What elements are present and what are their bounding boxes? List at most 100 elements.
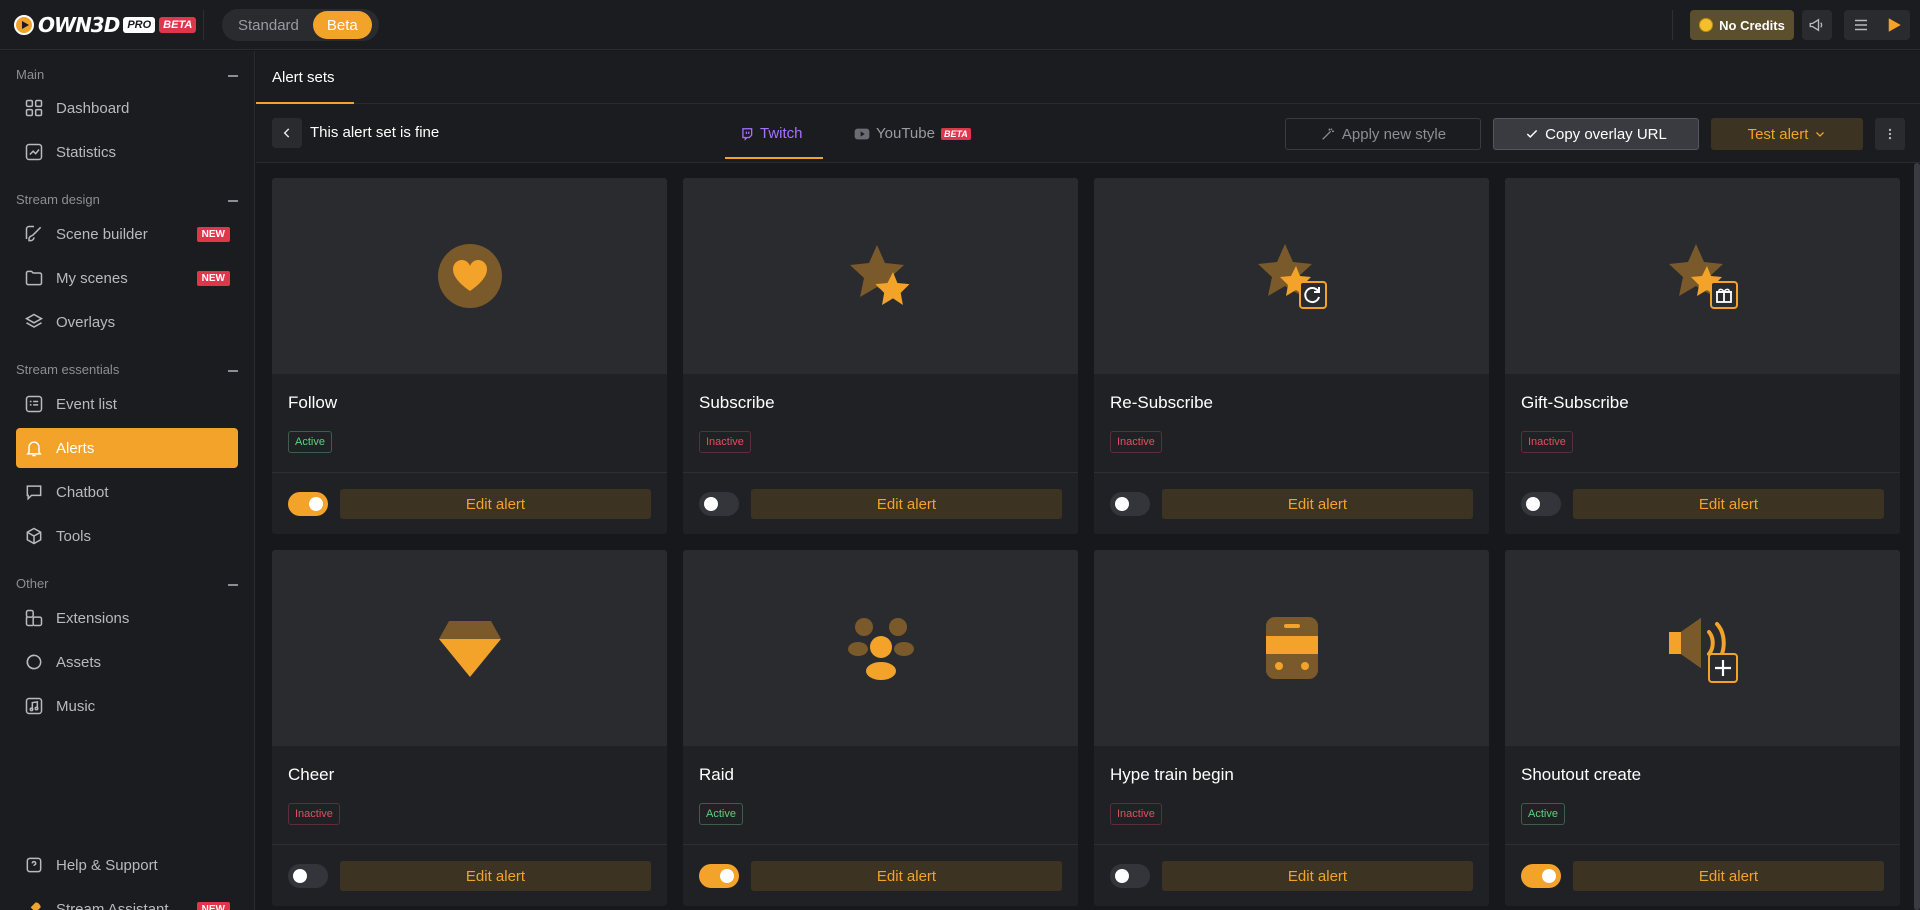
toggle-knob [704,497,718,511]
hamburger-icon [1854,19,1867,31]
divider [1505,844,1900,845]
sidebar-item-dashboard[interactable]: Dashboard [16,88,238,128]
menu-button[interactable] [1844,10,1910,40]
alert-title: Hype train begin [1110,765,1234,784]
credits-label: No Credits [1719,17,1785,33]
sidebar-item-tools[interactable]: Tools [16,516,238,556]
collapse-icon[interactable] [228,200,238,202]
tab-twitch[interactable]: Twitch [740,104,803,163]
status-badge: Inactive [1110,803,1162,825]
edit-alert-button[interactable]: Edit alert [751,489,1062,519]
toggle-knob [1542,869,1556,883]
test-alert-button[interactable]: Test alert [1711,118,1863,150]
mode-beta-option[interactable]: Beta [312,11,372,39]
edit-alert-button[interactable]: Edit alert [1573,489,1884,519]
alert-preview[interactable] [683,550,1078,746]
brand-logo[interactable]: OWN3D PRO BETA [14,12,197,38]
alert-preview[interactable] [272,178,667,374]
status-badge: Active [699,803,743,825]
toggle-knob [720,869,734,883]
section-title-other: Other [16,576,49,591]
star-gift-icon [1668,244,1738,309]
sidebar-item-music[interactable]: Music [16,686,238,726]
credits-button[interactable]: No Credits [1690,10,1794,40]
edit-alert-button[interactable]: Edit alert [751,861,1062,891]
alert-toggle[interactable] [1521,864,1561,888]
sidebar-item-label: Overlays [56,313,116,331]
alert-preview[interactable] [1505,550,1900,746]
sidebar-item-extensions[interactable]: Extensions [16,598,238,638]
speaker-plus-icon [1668,618,1738,683]
alert-preview[interactable] [1505,178,1900,374]
alert-toggle[interactable] [699,864,739,888]
back-button[interactable] [272,118,302,148]
alert-toggle[interactable] [288,864,328,888]
alert-title: Cheer [288,765,335,784]
new-badge: NEW [196,227,230,242]
alert-title: Shoutout create [1521,765,1642,784]
alert-preview[interactable] [1094,550,1489,746]
sidebar-item-label: Dashboard [56,99,130,117]
heart-icon [437,244,502,308]
divider [1094,844,1489,845]
sidebar-item-scene-builder[interactable]: Scene builder NEW [16,214,238,254]
mode-standard-option[interactable]: Standard [224,11,313,39]
mode-switch: Standard Beta [222,9,379,41]
tab-alert-sets[interactable]: Alert sets [272,51,335,104]
tabs-row: Alert sets [256,51,1920,104]
more-vertical-icon [1888,128,1892,140]
alert-preview[interactable] [272,550,667,746]
cube-icon [26,527,42,545]
divider [203,10,204,40]
alert-card-raid: Raid Active Edit alert [683,550,1078,906]
section-title-stream-design: Stream design [16,192,100,207]
alert-toggle[interactable] [1110,492,1150,516]
sidebar-item-label: Scene builder [56,225,148,243]
sidebar-item-chatbot[interactable]: Chatbot [16,472,238,512]
copy-overlay-url-button[interactable]: Copy overlay URL [1493,118,1699,150]
edit-alert-button[interactable]: Edit alert [1162,861,1473,891]
announcements-button[interactable] [1802,10,1832,40]
alert-title: Gift-Subscribe [1521,393,1629,412]
toggle-knob [1115,869,1129,883]
sidebar-item-alerts[interactable]: Alerts [16,428,238,468]
collapse-icon[interactable] [228,370,238,372]
collapse-icon[interactable] [228,75,238,77]
alert-set-header: This alert set is fine Twitch YouTube BE… [256,104,1920,163]
sidebar-item-statistics[interactable]: Statistics [16,132,238,172]
help-support-link[interactable]: Help & Support [16,845,238,885]
divider [683,472,1078,473]
sidebar: Main Dashboard Statistics Stream design … [0,51,255,910]
edit-alert-button[interactable]: Edit alert [1162,489,1473,519]
edit-alert-button[interactable]: Edit alert [340,861,651,891]
stream-assistant-link[interactable]: Stream Assistant NEW [16,889,238,910]
folder-icon [25,270,43,286]
alert-toggle[interactable] [699,492,739,516]
alert-preview[interactable] [683,178,1078,374]
alert-toggle[interactable] [1110,864,1150,888]
sidebar-item-my-scenes[interactable]: My scenes NEW [16,258,238,298]
sidebar-item-label: Alerts [56,439,95,457]
section-title-main: Main [16,67,45,82]
apply-style-button[interactable]: Apply new style [1285,118,1481,150]
apply-style-label: Apply new style [1341,125,1447,143]
more-options-button[interactable] [1875,118,1905,150]
sidebar-item-label: Assets [56,653,102,671]
alert-preview[interactable] [1094,178,1489,374]
alert-toggle[interactable] [1521,492,1561,516]
scrollbar[interactable] [1914,163,1920,910]
alert-toggle[interactable] [288,492,328,516]
sidebar-item-assets[interactable]: Assets [16,642,238,682]
edit-alert-button[interactable]: Edit alert [340,489,651,519]
toggle-knob [309,497,323,511]
divider [272,472,667,473]
scrollbar-thumb[interactable] [1914,163,1920,910]
tab-youtube[interactable]: YouTube BETA [854,104,971,163]
sidebar-item-overlays[interactable]: Overlays [16,302,238,342]
divider [1094,472,1489,473]
copy-url-label: Copy overlay URL [1545,125,1667,143]
sidebar-item-label: Extensions [56,609,130,627]
sidebar-item-event-list[interactable]: Event list [16,384,238,424]
collapse-icon[interactable] [228,584,238,586]
edit-alert-button[interactable]: Edit alert [1573,861,1884,891]
